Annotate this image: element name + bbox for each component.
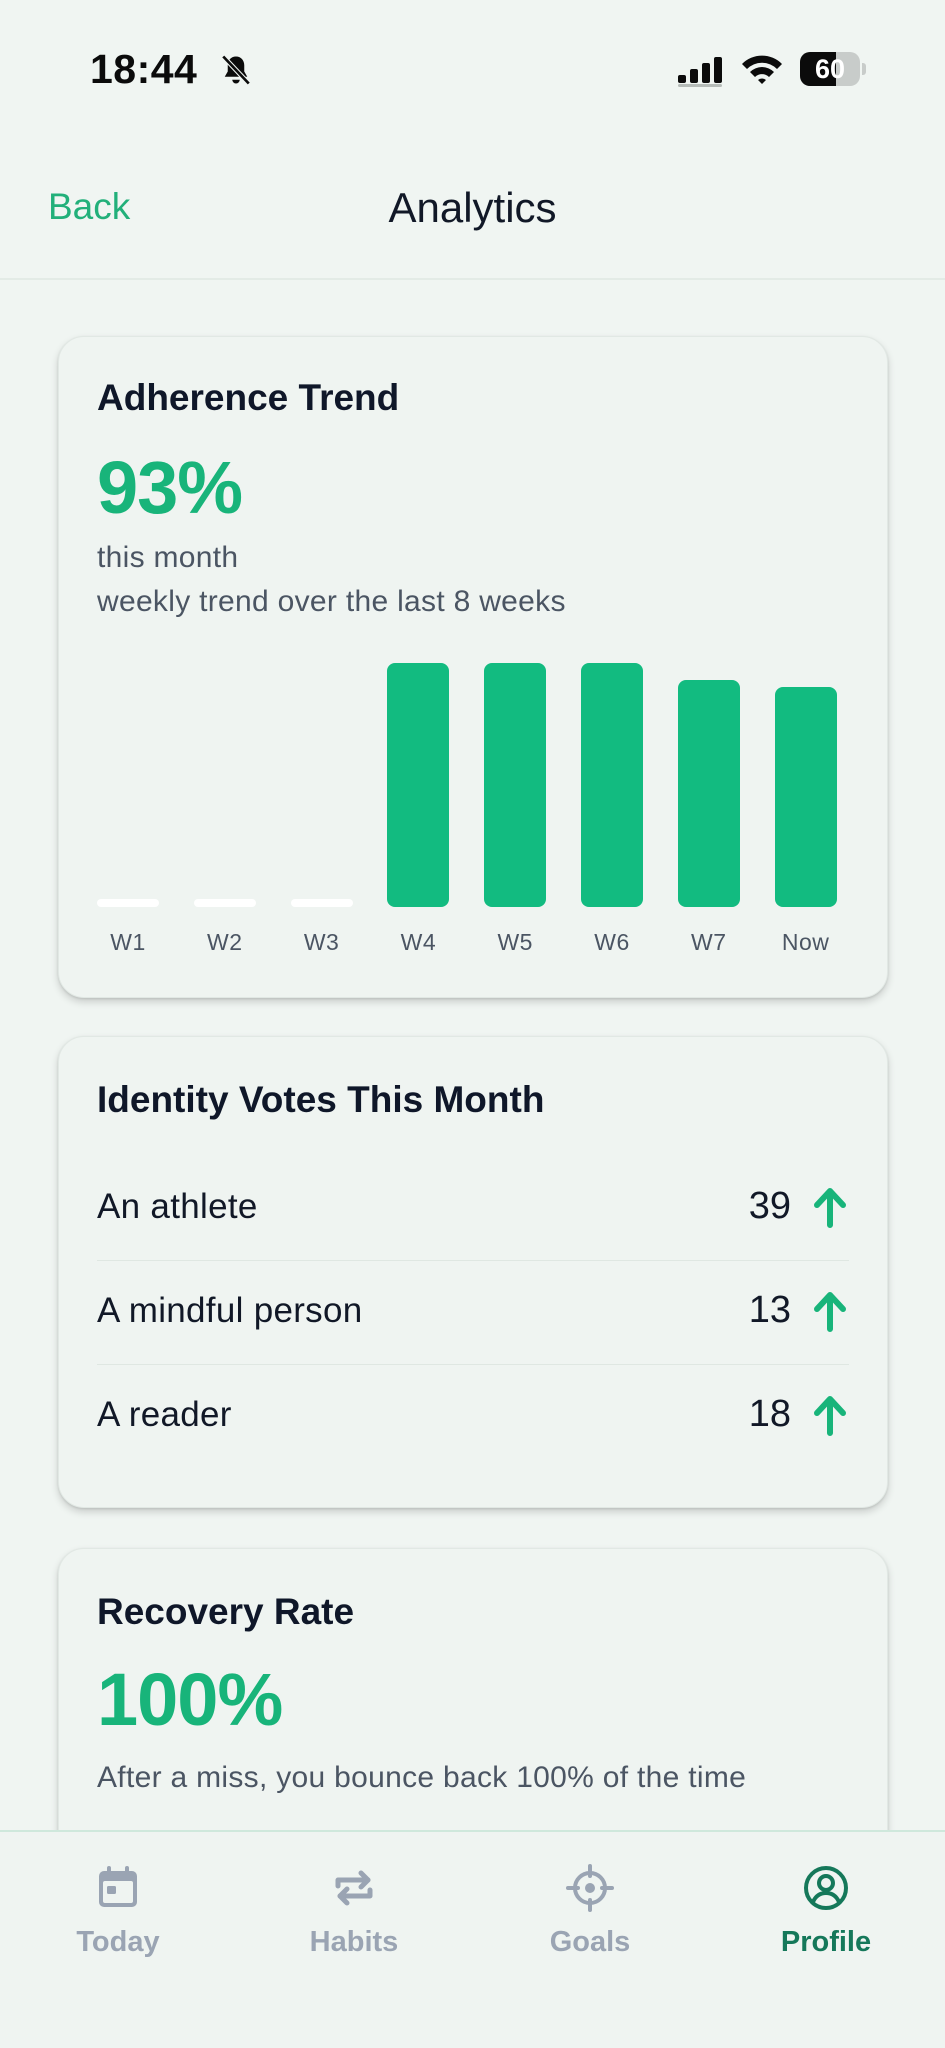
tab-label: Goals xyxy=(549,1926,631,1958)
status-bar: 18:44 60 xyxy=(0,0,945,140)
bar-column: W2 xyxy=(193,657,256,967)
bar-column: W6 xyxy=(581,657,643,967)
recovery-title: Recovery Rate xyxy=(97,1591,355,1632)
bar-column: W3 xyxy=(290,657,353,967)
tab-habits[interactable]: Habits xyxy=(236,1832,472,2048)
arrow-up-icon xyxy=(814,1292,846,1332)
chart-tick-label: Now xyxy=(781,929,830,955)
vote-count: 18 xyxy=(748,1393,791,1435)
adherence-bar-chart: W1 W2 W3 W4 W5 W6 W7 Now xyxy=(97,657,851,967)
identity-title: Identity Votes This Month xyxy=(97,1079,545,1120)
bar-column: W5 xyxy=(484,657,547,967)
chart-bar xyxy=(484,663,547,907)
vote-label: A reader xyxy=(97,1395,232,1434)
vote-row: A mindful person 13 xyxy=(97,1261,849,1365)
target-icon xyxy=(566,1864,614,1912)
arrow-up-icon xyxy=(814,1188,846,1228)
vote-label: An athlete xyxy=(97,1187,258,1226)
battery-percent: 60 xyxy=(814,54,846,84)
adherence-period: this month xyxy=(97,541,239,574)
chart-tick-label: W1 xyxy=(110,929,146,955)
page-title: Analytics xyxy=(388,184,557,231)
vote-count: 39 xyxy=(748,1185,791,1227)
battery-indicator: 60 xyxy=(800,52,866,86)
chart-bar xyxy=(387,663,450,907)
adherence-value: 93% xyxy=(97,446,243,529)
chart-tick-label: W3 xyxy=(303,929,340,955)
chart-bar xyxy=(97,899,159,907)
vote-row: An athlete 39 xyxy=(97,1157,849,1261)
vote-row: A reader 18 xyxy=(97,1365,849,1469)
chart-bar xyxy=(290,899,353,907)
bar-column: W4 xyxy=(387,657,450,967)
status-time: 18:44 xyxy=(90,46,198,92)
adherence-trend-card: Adherence Trend 93% this month weekly tr… xyxy=(58,336,888,998)
tab-profile[interactable]: Profile xyxy=(708,1832,944,2048)
tab-today[interactable]: Today xyxy=(0,1832,236,2048)
nav-header: Back Analytics xyxy=(0,140,945,280)
tab-bar: Today Habits Goals Profile xyxy=(0,1830,945,2048)
vote-count: 13 xyxy=(748,1289,791,1331)
chart-tick-label: W4 xyxy=(400,929,437,955)
tab-label: Today xyxy=(76,1926,160,1958)
chart-bar xyxy=(581,663,643,907)
user-circle-icon xyxy=(804,1866,848,1910)
repeat-icon xyxy=(335,1870,373,1906)
recovery-value: 100% xyxy=(97,1658,283,1741)
bar-column: W1 xyxy=(97,657,159,967)
recovery-description: After a miss, you bounce back 100% of th… xyxy=(97,1761,747,1794)
chart-tick-label: W6 xyxy=(594,929,630,955)
analytics-screen: 18:44 60 Back Analytics Adherence Trend … xyxy=(0,0,945,2048)
bar-column: Now xyxy=(774,657,837,967)
identity-votes-card: Identity Votes This Month An athlete 39 … xyxy=(58,1036,888,1508)
chart-tick-label: W2 xyxy=(207,929,243,955)
bar-column: W7 xyxy=(677,657,740,967)
cellular-signal-icon xyxy=(678,57,722,87)
tab-label: Profile xyxy=(780,1926,872,1958)
wifi-icon xyxy=(742,55,782,84)
tab-goals[interactable]: Goals xyxy=(472,1832,708,2048)
adherence-subtitle: weekly trend over the last 8 weeks xyxy=(97,585,566,618)
chart-bar xyxy=(193,899,256,907)
tab-label: Habits xyxy=(309,1926,399,1958)
chart-tick-label: W5 xyxy=(497,929,533,955)
arrow-up-icon xyxy=(814,1396,846,1436)
chart-bar xyxy=(677,680,740,907)
chart-bar xyxy=(774,687,837,907)
chart-tick-label: W7 xyxy=(691,929,727,955)
calendar-icon xyxy=(99,1866,137,1907)
bell-muted-icon xyxy=(221,54,251,86)
vote-label: A mindful person xyxy=(97,1291,363,1330)
adherence-title: Adherence Trend xyxy=(97,377,400,418)
